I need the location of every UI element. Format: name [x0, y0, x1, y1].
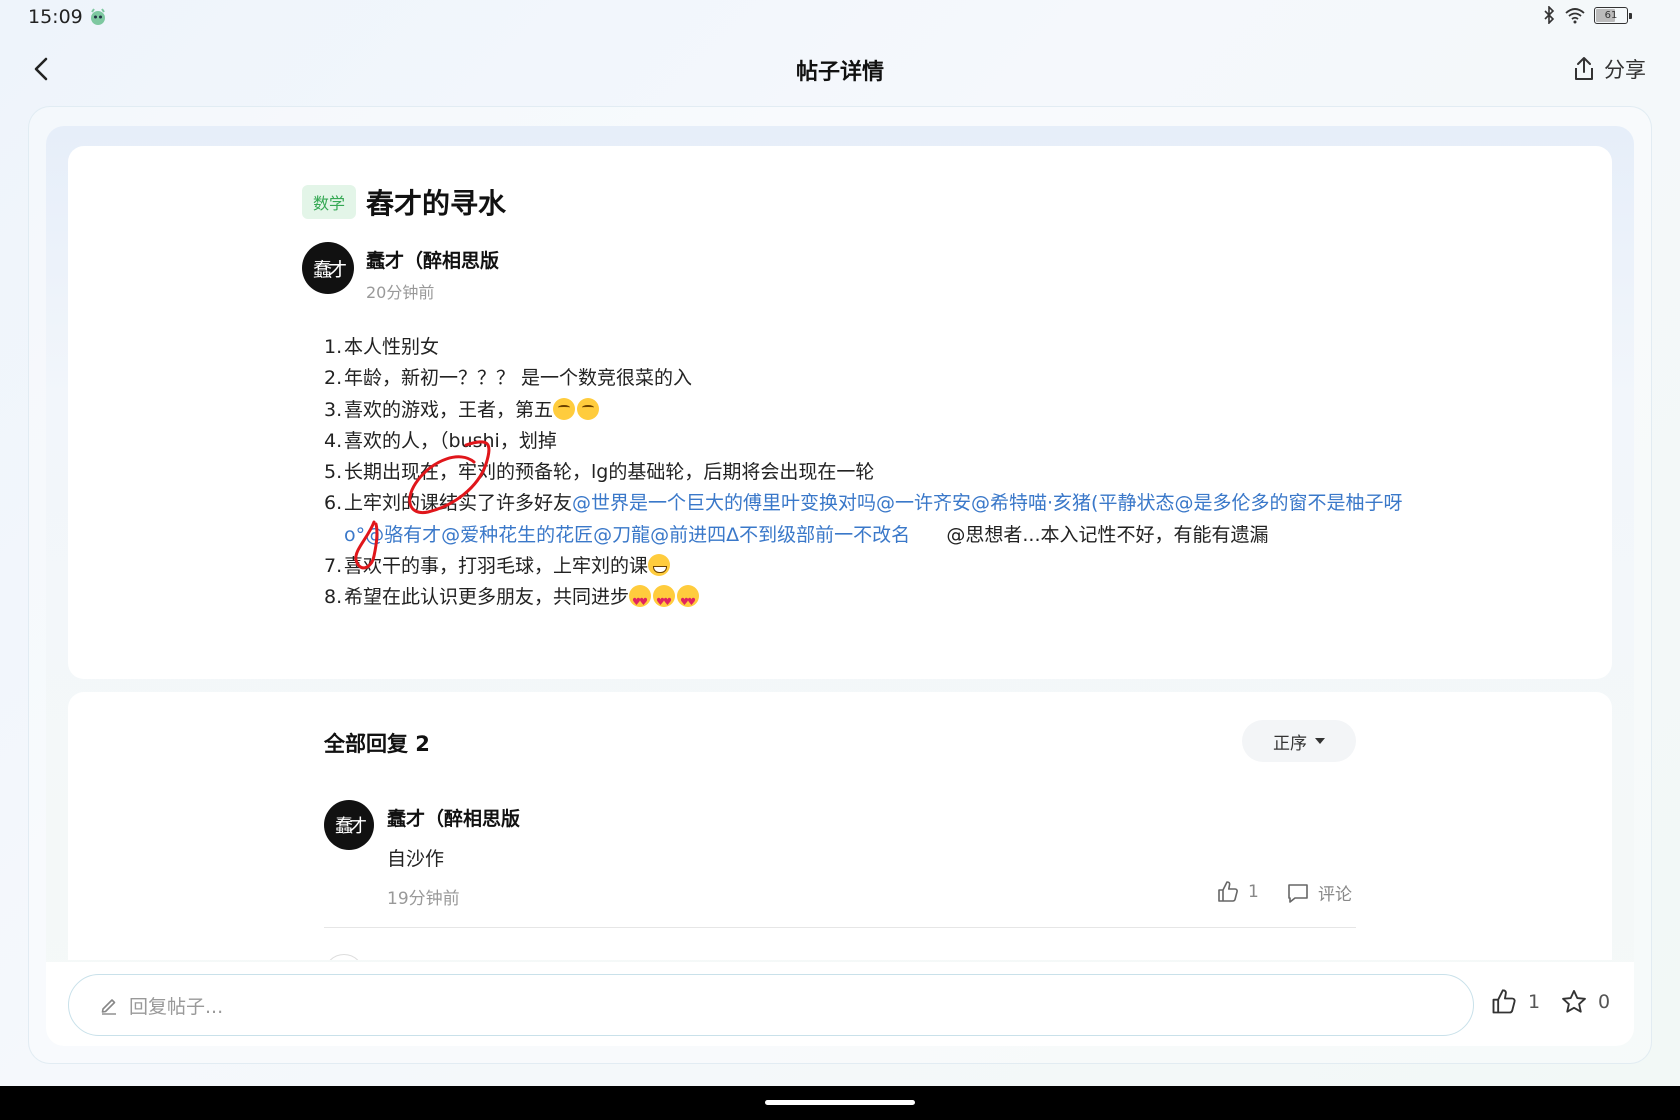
bluetooth-icon [1544, 6, 1555, 24]
subject-tag[interactable]: 数学 [302, 185, 357, 219]
battery-icon: 61 [1594, 6, 1632, 24]
favorite-button[interactable]: 0 [1560, 988, 1610, 1016]
favorite-count: 0 [1598, 991, 1611, 1013]
star-icon [1562, 989, 1586, 1013]
post-card: 数学 舂才的寻水 蠢才 蠢才（醉相思版 20分钟前 1. 本人性别女 2. 年龄，新… [68, 146, 1612, 679]
reply-author[interactable]: 蠢才（醉相思版 [387, 804, 520, 831]
sort-label: 正序 [1273, 733, 1307, 754]
list-text: 本人性别女 [344, 336, 440, 358]
page-title: 帖子详情 [795, 60, 884, 85]
heart-eyes-emoji [677, 585, 700, 619]
sort-dropdown[interactable]: 正序 [1242, 720, 1356, 762]
avatar[interactable]: 蠢才 [302, 242, 354, 294]
caret-down-icon [1315, 738, 1325, 744]
status-bar: 15:09 61 [0, 0, 1680, 36]
replies-section: 全部回复 2 正序 蠢才 蠢才（醉相思版 自沙作 19分钟前 1 评论 [68, 692, 1612, 960]
list-number: 8. [324, 586, 343, 609]
list-text: 上牢刘的课结实了许多好友 [344, 492, 573, 515]
list-item: 1. 本人性别女 [324, 332, 1424, 363]
share-label: 分享 [1604, 58, 1646, 82]
list-text: 长期出现在，牢刘的预备轮，lg的基础轮，后期将会出现在一轮 [344, 461, 875, 484]
list-number: 1. [324, 336, 343, 358]
list-item: 8. 希望在此认识更多朋友，共同进步 [324, 582, 1424, 619]
reply-item: 蠢才 蠢才（醉相思版 自沙作 19分钟前 1 评论 [324, 800, 1356, 928]
reply-text: 自沙作 [387, 848, 445, 870]
replies-header: 全部回复 2 [324, 732, 430, 756]
post-like-count: 1 [1528, 991, 1541, 1013]
list-text: 喜欢的游戏，王者，第五 [344, 398, 554, 421]
post-author: 蠢才 蠢才（醉相思版 20分钟前 [302, 242, 499, 303]
home-indicator[interactable] [765, 1100, 915, 1105]
post-list: 1. 本人性别女 2. 年龄，新初一？？？ 是一个数竞很菜的入 3. 喜欢的游戏，王者… [324, 332, 1424, 619]
thumbs-up-icon [1492, 989, 1516, 1014]
reply-comment-button[interactable]: 评论 [1286, 880, 1352, 905]
post-time: 20分钟前 [366, 283, 435, 302]
reply-input-placeholder: 回复帖子... [129, 995, 224, 1018]
list-text: 希望在此认识更多朋友，共同进步 [344, 586, 630, 609]
list-number: 5. [324, 461, 343, 484]
list-text: 喜欢干的事，打羽毛球，上牢刘的课 [344, 555, 649, 578]
grin-emoji [648, 554, 671, 577]
post-body: 1. 本人性别女 2. 年龄，新初一？？？ 是一个数竞很菜的入 3. 喜欢的游戏，王者… [324, 332, 1424, 619]
list-item: 3. 喜欢的游戏，王者，第五 [324, 395, 1424, 426]
share-icon [1575, 57, 1593, 80]
avatar[interactable]: 蠢才 [324, 800, 374, 850]
list-text-tail: @思想者...本入记性不好，有能有遗漏 [910, 523, 1269, 546]
list-text: 年龄，新初一？？？ 是一个数竞很菜的入 [344, 367, 693, 390]
thumbs-up-icon [1218, 881, 1238, 902]
post-title-row: 数学 舂才的寻水 [302, 182, 506, 222]
drooling-emoji [553, 397, 576, 420]
pencil-icon [101, 999, 116, 1015]
reply-like-button[interactable]: 1 [1216, 880, 1259, 904]
post-title: 舂才的寻水 [366, 187, 507, 220]
list-item: 5. 长期出现在，牢刘的预备轮，lg的基础轮，后期将会出现在一轮 [324, 457, 1424, 488]
post-like-button[interactable]: 1 [1490, 988, 1540, 1016]
heart-eyes-emoji [629, 585, 652, 619]
heart-eyes-emoji [653, 585, 676, 619]
app-notification-icon [91, 8, 105, 25]
list-number: 4. [324, 429, 343, 452]
drooling-emoji [577, 397, 600, 420]
author-name[interactable]: 蠢才（醉相思版 [366, 246, 499, 273]
reply-comment-label: 评论 [1318, 885, 1352, 905]
next-reply-avatar [324, 954, 364, 960]
reply-like-count: 1 [1248, 882, 1259, 902]
list-item: 2. 年龄，新初一？？？ 是一个数竞很菜的入 [324, 363, 1424, 394]
list-number: 7. [324, 555, 343, 578]
battery-level: 61 [1604, 9, 1618, 21]
list-item: 6. 上牢刘的课结实了许多好友@世界是一个巨大的傅里叶变换对吗@一许齐安@希特喵·… [324, 488, 1424, 551]
status-time: 15:09 [28, 6, 83, 28]
reply-bar: 回复帖子... 1 0 [46, 962, 1634, 1046]
list-item: 4. 喜欢的人，（bushi，划掉 [324, 426, 1424, 457]
system-nav-bar [0, 1086, 1680, 1120]
reply-input[interactable]: 回复帖子... [68, 974, 1474, 1036]
avatar-glyph: 蠢才 [312, 258, 347, 281]
comment-icon [1288, 883, 1308, 903]
list-item: 7. 喜欢干的事，打羽毛球，上牢刘的课 [324, 551, 1424, 582]
list-number: 3. [324, 398, 343, 421]
avatar-glyph: 蠢才 [335, 816, 367, 837]
top-bar: 帖子详情 分享 [0, 40, 1680, 98]
list-text: 喜欢的人，（bushi，划掉 [344, 429, 557, 452]
wifi-icon [1565, 8, 1585, 24]
share-button[interactable]: 分享 [1572, 54, 1646, 84]
reply-time: 19分钟前 [387, 889, 460, 909]
list-number: 6. [324, 492, 343, 515]
list-number: 2. [324, 367, 343, 390]
